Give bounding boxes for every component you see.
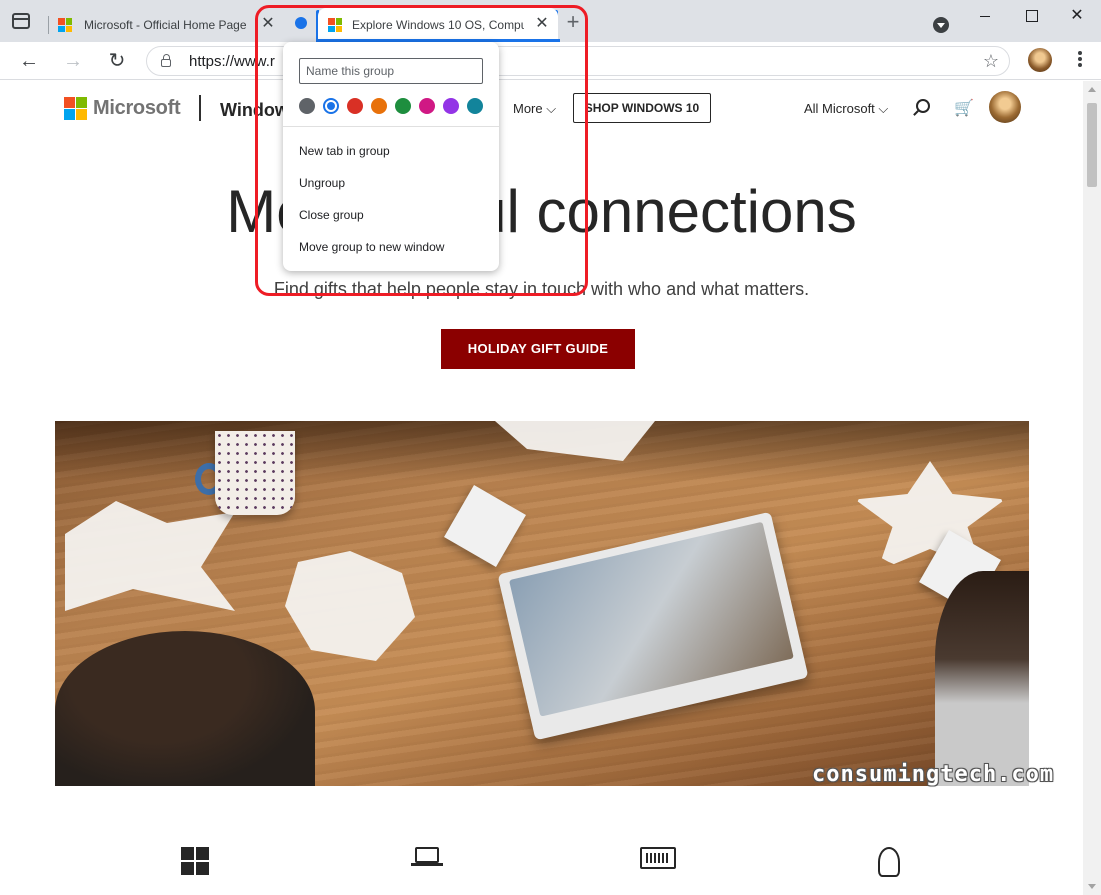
site-header: Microsoft Window More ⌵ SHOP WINDOWS 10 … (0, 81, 1083, 137)
color-swatch[interactable] (299, 98, 315, 114)
shop-windows-button[interactable]: SHOP WINDOWS 10 (573, 93, 711, 123)
hero-subtitle: Find gifts that help people stay in touc… (273, 279, 810, 299)
tab-strip: Microsoft - Official Home Page ✕ Explore… (0, 0, 1101, 42)
web-page: Microsoft Window More ⌵ SHOP WINDOWS 10 … (0, 81, 1083, 895)
address-bar[interactable]: https://www.r / ☆ (146, 46, 1010, 76)
color-swatch[interactable] (395, 98, 411, 114)
close-window-button[interactable]: ✕ (1065, 6, 1089, 26)
browser-toolbar: ← → ↻ https://www.r / ☆ (0, 42, 1101, 80)
scroll-down-icon[interactable] (1088, 884, 1096, 889)
group-name-input[interactable] (299, 58, 483, 84)
product-name[interactable]: Window (220, 100, 289, 121)
close-group-item[interactable]: Close group (299, 208, 364, 222)
browser-window: Microsoft - Official Home Page ✕ Explore… (0, 0, 1101, 895)
popup-separator (283, 126, 499, 127)
more-menu-icon[interactable] (1070, 49, 1090, 71)
close-tab-icon[interactable]: ✕ (534, 16, 550, 32)
scroll-up-icon[interactable] (1088, 87, 1096, 92)
group-color-picker (299, 98, 483, 114)
close-tab-icon[interactable]: ✕ (260, 16, 276, 32)
new-tab-in-group-item[interactable]: New tab in group (299, 144, 390, 158)
bookmark-star-icon[interactable]: ☆ (983, 51, 999, 72)
lightbulb-icon[interactable] (878, 847, 900, 877)
tab-title: Explore Windows 10 OS, Comput (352, 18, 524, 32)
url-text[interactable]: https://www.r (189, 53, 275, 70)
color-swatch[interactable] (371, 98, 387, 114)
move-group-to-new-window-item[interactable]: Move group to new window (299, 240, 444, 254)
tab-title: Microsoft - Official Home Page (84, 18, 247, 32)
microsoft-favicon-icon (58, 18, 72, 32)
brand-name: Microsoft (93, 97, 181, 119)
tab-microsoft-home[interactable]: Microsoft - Official Home Page ✕ (48, 8, 284, 42)
tab-group-chip[interactable] (295, 17, 307, 29)
keyboard-icon[interactable] (640, 847, 676, 869)
more-menu[interactable]: More ⌵ (513, 101, 556, 117)
maximize-button[interactable] (1019, 6, 1043, 26)
minimize-button[interactable] (973, 6, 997, 26)
reload-button[interactable]: ↻ (104, 48, 130, 74)
watermark: consumingtech.com (812, 762, 1055, 787)
back-button[interactable]: ← (16, 48, 42, 74)
laptop-icon[interactable] (411, 847, 443, 871)
color-swatch[interactable] (467, 98, 483, 114)
microsoft-logo-icon (64, 97, 87, 120)
user-avatar[interactable] (989, 91, 1021, 123)
color-swatch[interactable] (347, 98, 363, 114)
microsoft-favicon-icon (328, 18, 342, 32)
search-icon[interactable] (916, 99, 930, 113)
scroll-thumb[interactable] (1087, 103, 1097, 187)
new-tab-button[interactable]: + (563, 11, 583, 33)
ungroup-item[interactable]: Ungroup (299, 176, 345, 190)
header-divider (199, 95, 201, 121)
forward-button[interactable]: → (60, 48, 86, 74)
windows-logo-icon[interactable] (181, 847, 209, 875)
hero-title: Meaningful connections (226, 178, 857, 245)
microsoft-brand[interactable]: Microsoft (64, 97, 181, 120)
tab-search-icon[interactable] (933, 17, 949, 33)
tab-actions-icon[interactable] (12, 13, 30, 29)
tab-group-editor: New tab in group Ungroup Close group Mov… (283, 42, 499, 271)
color-swatch[interactable] (419, 98, 435, 114)
color-swatch[interactable] (323, 98, 339, 114)
page-scrollbar[interactable] (1083, 81, 1101, 895)
profile-avatar[interactable] (1028, 48, 1052, 72)
hero-image (55, 421, 1029, 786)
cart-icon[interactable]: 🛒 (954, 98, 974, 118)
color-swatch[interactable] (443, 98, 459, 114)
holiday-gift-guide-button[interactable]: HOLIDAY GIFT GUIDE (441, 329, 635, 369)
category-icons (0, 847, 1083, 895)
tab-explore-windows[interactable]: Explore Windows 10 OS, Comput ✕ (318, 8, 558, 42)
all-microsoft-menu[interactable]: All Microsoft ⌵ (804, 101, 888, 117)
lock-icon[interactable] (161, 54, 171, 67)
